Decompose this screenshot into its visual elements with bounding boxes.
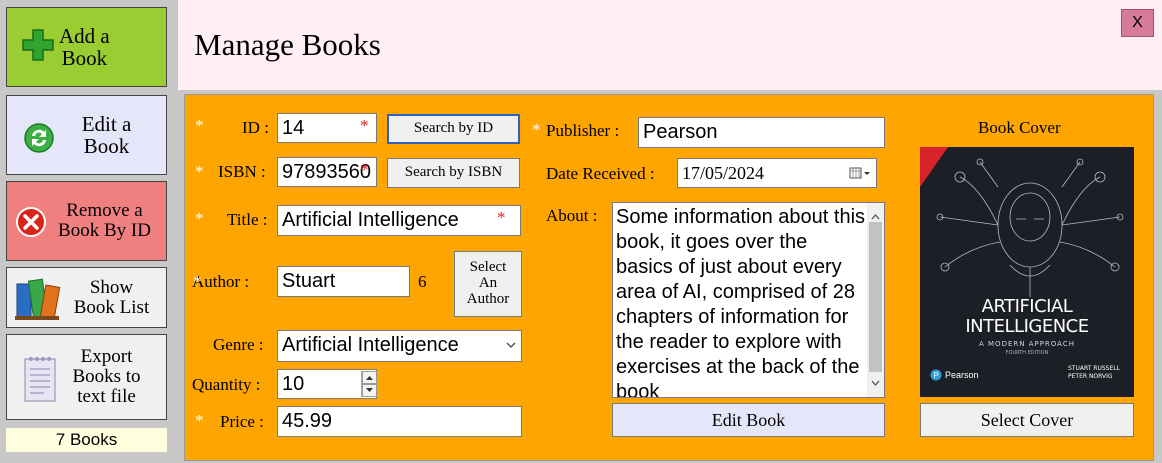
show-book-list-button[interactable]: Show Book List — [6, 267, 167, 328]
scroll-down-icon[interactable] — [871, 374, 880, 392]
price-label: Price : — [220, 412, 264, 431]
required-star: * — [195, 116, 204, 135]
pearson-logo: P Pearson — [930, 369, 979, 381]
export-books-button[interactable]: Export Books to text file — [6, 334, 167, 420]
required-star: * — [195, 411, 204, 430]
search-by-id-button[interactable]: Search by ID — [387, 114, 520, 144]
edit-book-button[interactable]: Edit a Book — [6, 95, 167, 175]
books-icon — [13, 276, 63, 327]
quantity-spin-buttons[interactable] — [361, 371, 377, 397]
publisher-input[interactable]: Pearson — [638, 117, 885, 148]
add-book-button[interactable]: Add a Book — [6, 7, 167, 87]
about-scrollbar[interactable] — [867, 203, 884, 397]
books-count-label: 7 Books — [6, 428, 167, 452]
cover-subtitle: A MODERN APPROACH — [979, 340, 1075, 348]
cover-edition: FOURTH EDITION — [1005, 350, 1049, 356]
show-book-list-label: Show Book List — [73, 276, 150, 318]
author-id-value: 6 — [418, 272, 427, 291]
title-label: Title : — [227, 210, 268, 229]
notepad-icon — [23, 355, 57, 408]
quantity-label: Quantity : — [192, 375, 261, 394]
add-book-label: Add a Book — [59, 23, 110, 70]
calendar-icon[interactable] — [849, 165, 873, 186]
spin-arrows-icon — [362, 371, 377, 397]
about-text: Some information about this book, it goe… — [616, 206, 866, 398]
select-cover-button[interactable]: Select Cover — [920, 403, 1134, 437]
required-mark: * — [360, 116, 369, 135]
remove-icon — [15, 206, 47, 243]
genre-label: Genre : — [213, 335, 264, 354]
sidebar: Add a Book Edit a Book Remove a Book By … — [0, 0, 178, 463]
required-star: * — [195, 209, 204, 228]
date-received-picker[interactable]: 17/05/2024 — [677, 158, 877, 188]
page-title: Manage Books — [194, 27, 381, 62]
chevron-down-icon — [505, 338, 517, 356]
cover-title: ARTIFICIAL INTELLIGENCE — [965, 296, 1089, 337]
about-textarea[interactable]: Some information about this book, it goe… — [612, 202, 885, 398]
required-star: * — [532, 120, 541, 139]
refresh-icon — [23, 122, 55, 159]
search-by-isbn-button[interactable]: Search by ISBN — [387, 158, 520, 188]
select-author-button[interactable]: Select An Author — [454, 251, 522, 317]
about-label: About : — [546, 206, 598, 225]
required-star: * — [193, 272, 202, 291]
title-input[interactable]: Artificial Intelligence — [277, 205, 521, 236]
svg-text:P: P — [934, 371, 939, 380]
date-received-label: Date Received : — [546, 164, 655, 183]
book-cover-label: Book Cover — [978, 118, 1061, 137]
export-books-label: Export Books to text file — [72, 346, 141, 407]
scroll-thumb[interactable] — [869, 222, 882, 372]
robot-head-art — [920, 147, 1124, 297]
required-star: * — [195, 162, 204, 181]
remove-book-button[interactable]: Remove a Book By ID — [6, 181, 167, 261]
edit-book-label: Edit a Book — [81, 111, 132, 158]
required-mark: * — [360, 160, 369, 179]
author-input[interactable]: Stuart — [277, 266, 410, 297]
close-button[interactable]: X — [1121, 9, 1154, 37]
edit-book-submit-button[interactable]: Edit Book — [612, 403, 885, 437]
isbn-label: ISBN : — [218, 162, 266, 181]
publisher-label: Publisher : — [546, 121, 620, 140]
required-mark: * — [497, 208, 506, 227]
title-bar: Manage Books X — [178, 0, 1162, 90]
genre-select[interactable]: Artificial Intelligence — [277, 330, 522, 362]
book-cover-image: ARTIFICIAL INTELLIGENCE A MODERN APPROAC… — [920, 147, 1134, 397]
remove-book-label: Remove a Book By ID — [58, 200, 151, 241]
cover-authors: STUART RUSSELL PETER NORVIG — [1068, 365, 1120, 380]
price-input[interactable]: 45.99 — [277, 406, 522, 437]
id-label: ID : — [242, 118, 269, 137]
plus-icon — [21, 28, 55, 67]
